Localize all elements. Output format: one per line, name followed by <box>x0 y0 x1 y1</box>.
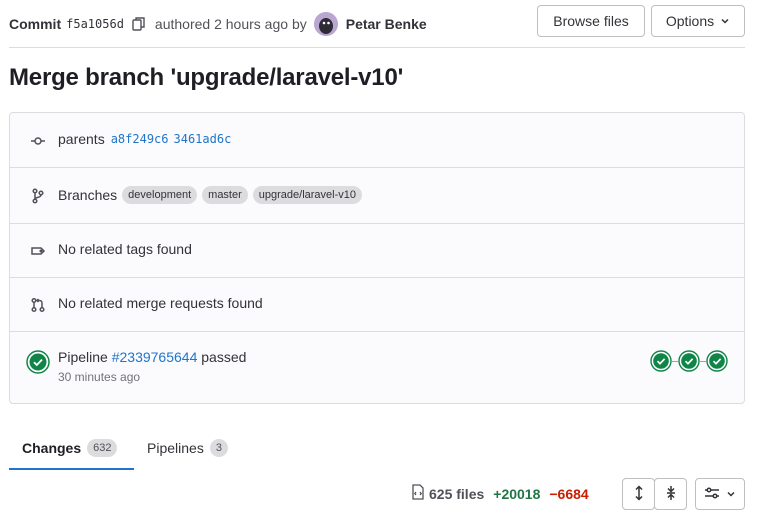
additions-count: +20018 <box>493 485 541 502</box>
page-title: Merge branch 'upgrade/laravel-v10' <box>9 64 404 91</box>
authored-time: 2 hours ago <box>214 16 289 32</box>
doc-code-icon <box>411 484 425 503</box>
tab-changes[interactable]: Changes 632 <box>9 425 134 470</box>
pipeline-label: Pipeline <box>58 349 108 365</box>
parents-text: parents a8f249c6 3461ad6c <box>58 131 231 147</box>
preferences-icon <box>704 486 720 503</box>
collapse-all-button[interactable] <box>654 478 687 510</box>
pipeline-text: Pipeline #2339765644 passed <box>58 349 246 365</box>
expand-all-button[interactable] <box>622 478 655 510</box>
commit-tabs: Changes 632 Pipelines 3 <box>9 425 241 470</box>
branch-badge[interactable]: upgrade/laravel-v10 <box>252 186 363 204</box>
author-name[interactable]: Petar Benke <box>346 16 427 32</box>
pipeline-status-text: passed <box>201 349 247 365</box>
authored-text: authored 2 hours ago by <box>155 16 307 32</box>
status-success-icon[interactable] <box>26 350 50 374</box>
commit-meta: Commit f5a1056d authored 2 hours ago by … <box>9 12 427 36</box>
tab-pipelines[interactable]: Pipelines 3 <box>134 425 241 470</box>
collapse-icon <box>664 485 678 504</box>
avatar[interactable] <box>313 12 338 36</box>
status-success-icon[interactable] <box>650 350 672 372</box>
tab-count-badge: 3 <box>209 438 228 457</box>
copy-icon[interactable] <box>132 16 146 32</box>
branches-text: Branches development master upgrade/lara… <box>58 186 363 204</box>
pipeline-row: Pipeline #2339765644 passed 30 minutes a… <box>10 332 744 403</box>
commit-sha: f5a1056d <box>66 17 124 31</box>
status-success-icon[interactable] <box>678 350 700 372</box>
tag-icon <box>30 243 46 259</box>
diff-preferences-dropdown[interactable] <box>695 478 745 510</box>
pipeline-id-link[interactable]: #2339765644 <box>112 349 198 365</box>
tab-count-badge: 632 <box>87 438 118 457</box>
branches-row: Branches development master upgrade/lara… <box>10 168 744 224</box>
status-success-icon[interactable] <box>706 350 728 372</box>
tab-label: Pipelines <box>147 439 204 456</box>
pipeline-time: 30 minutes ago <box>58 370 141 384</box>
parent-sha-link[interactable]: a8f249c6 <box>111 132 169 146</box>
options-label: Options <box>665 13 715 29</box>
chevron-down-icon <box>726 486 736 502</box>
merge-requests-row: No related merge requests found <box>10 278 744 332</box>
commit-header: Commit f5a1056d authored 2 hours ago by … <box>9 0 745 48</box>
branches-label: Branches <box>58 187 118 203</box>
branch-badge[interactable]: development <box>122 186 198 204</box>
merge-request-icon <box>30 297 46 313</box>
pipeline-mini-graph <box>650 350 728 372</box>
files-count: 625 files <box>429 485 485 502</box>
authored-prefix: authored <box>154 16 211 32</box>
tags-text: No related tags found <box>58 241 192 257</box>
branch-icon <box>30 188 46 204</box>
commit-icon <box>30 133 46 149</box>
parents-row: parents a8f249c6 3461ad6c <box>10 113 744 168</box>
browse-files-label: Browse files <box>553 13 629 29</box>
diff-stats: 625 files +20018 −6684 <box>411 484 589 503</box>
options-dropdown-button[interactable]: Options <box>651 5 745 37</box>
commit-label: Commit <box>9 16 62 32</box>
parent-sha-link[interactable]: 3461ad6c <box>174 132 232 146</box>
branch-badge[interactable]: master <box>202 186 248 204</box>
authored-by: by <box>291 16 307 32</box>
expand-icon <box>632 484 646 504</box>
browse-files-button[interactable]: Browse files <box>537 5 645 37</box>
deletions-count: −6684 <box>549 485 589 502</box>
chevron-down-icon <box>720 13 730 29</box>
tab-label: Changes <box>22 439 82 456</box>
parents-label: parents <box>58 131 105 147</box>
merge-requests-text: No related merge requests found <box>58 295 263 311</box>
commit-info-card: parents a8f249c6 3461ad6c Branches devel… <box>9 112 745 404</box>
tags-row: No related tags found <box>10 224 744 278</box>
